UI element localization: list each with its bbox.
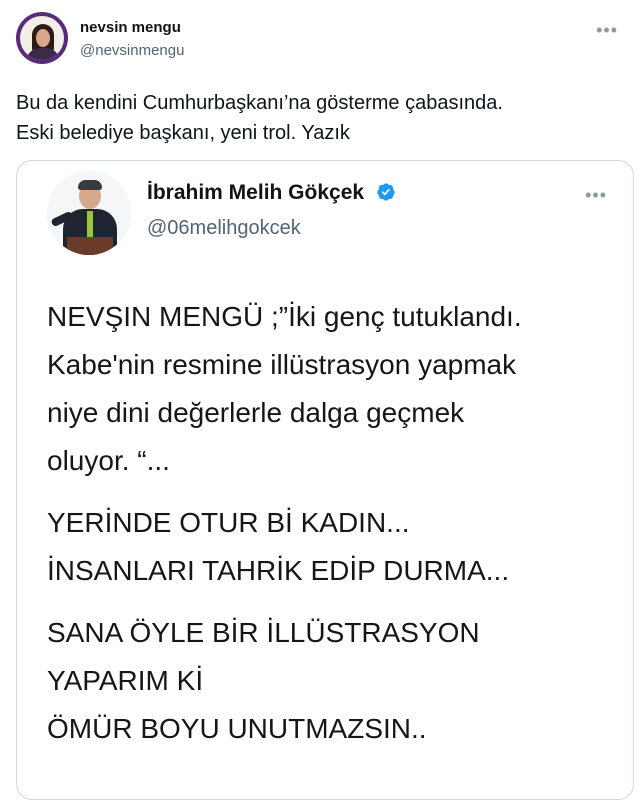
verified-badge-icon bbox=[377, 183, 395, 201]
quoted-author-name-row[interactable]: İbrahim Melih Gökçek bbox=[147, 181, 396, 205]
quoted-text-line: YERİNDE OTUR Bİ KADIN... bbox=[47, 507, 410, 538]
quoted-text-line: SANA ÖYLE BİR İLLÜSTRASYON bbox=[47, 617, 480, 648]
quoted-text-line: oluyor. “... bbox=[47, 445, 170, 476]
more-horizontal-icon[interactable]: ••• bbox=[596, 20, 618, 41]
quoted-text-line: NEVŞIN MENGÜ ;”İki genç tutuklandı. bbox=[47, 301, 522, 332]
more-horizontal-icon[interactable]: ••• bbox=[585, 185, 607, 206]
quoted-tweet-card[interactable]: İbrahim Melih Gökçek @06melihgokcek ••• … bbox=[16, 160, 634, 800]
tweet-header: nevsin mengu @nevsinmengu ••• bbox=[16, 12, 624, 68]
quoted-text-line: YAPARIM Kİ bbox=[47, 665, 204, 696]
quoted-text-line: ÖMÜR BOYU UNUTMAZSIN.. bbox=[47, 713, 427, 744]
quoted-author-handle[interactable]: @06melihgokcek bbox=[147, 217, 301, 240]
tweet-text-line: Bu da kendini Cumhurbaşkanı’na gösterme … bbox=[16, 92, 503, 114]
quoted-text-line: Kabe'nin resmine illüstrasyon yapmak bbox=[47, 349, 517, 380]
quoted-tweet-text: NEVŞIN MENGÜ ;”İki genç tutuklandı. Kabe… bbox=[47, 293, 617, 753]
quoted-avatar[interactable] bbox=[47, 171, 131, 255]
avatar-photo bbox=[20, 16, 64, 60]
author-name[interactable]: nevsin mengu bbox=[80, 19, 181, 36]
tweet-text-line: Eski belediye başkanı, yeni trol. Yazık bbox=[16, 122, 350, 144]
tweet-text: Bu da kendini Cumhurbaşkanı’na gösterme … bbox=[16, 88, 624, 148]
avatar[interactable] bbox=[16, 12, 68, 64]
quoted-text-line: İNSANLARI TAHRİK EDİP DURMA... bbox=[47, 555, 510, 586]
quoted-text-line: niye dini değerlerle dalga geçmek bbox=[47, 397, 465, 428]
author-handle[interactable]: @nevsinmengu bbox=[80, 42, 184, 59]
quoted-author-name[interactable]: İbrahim Melih Gökçek bbox=[147, 181, 364, 204]
